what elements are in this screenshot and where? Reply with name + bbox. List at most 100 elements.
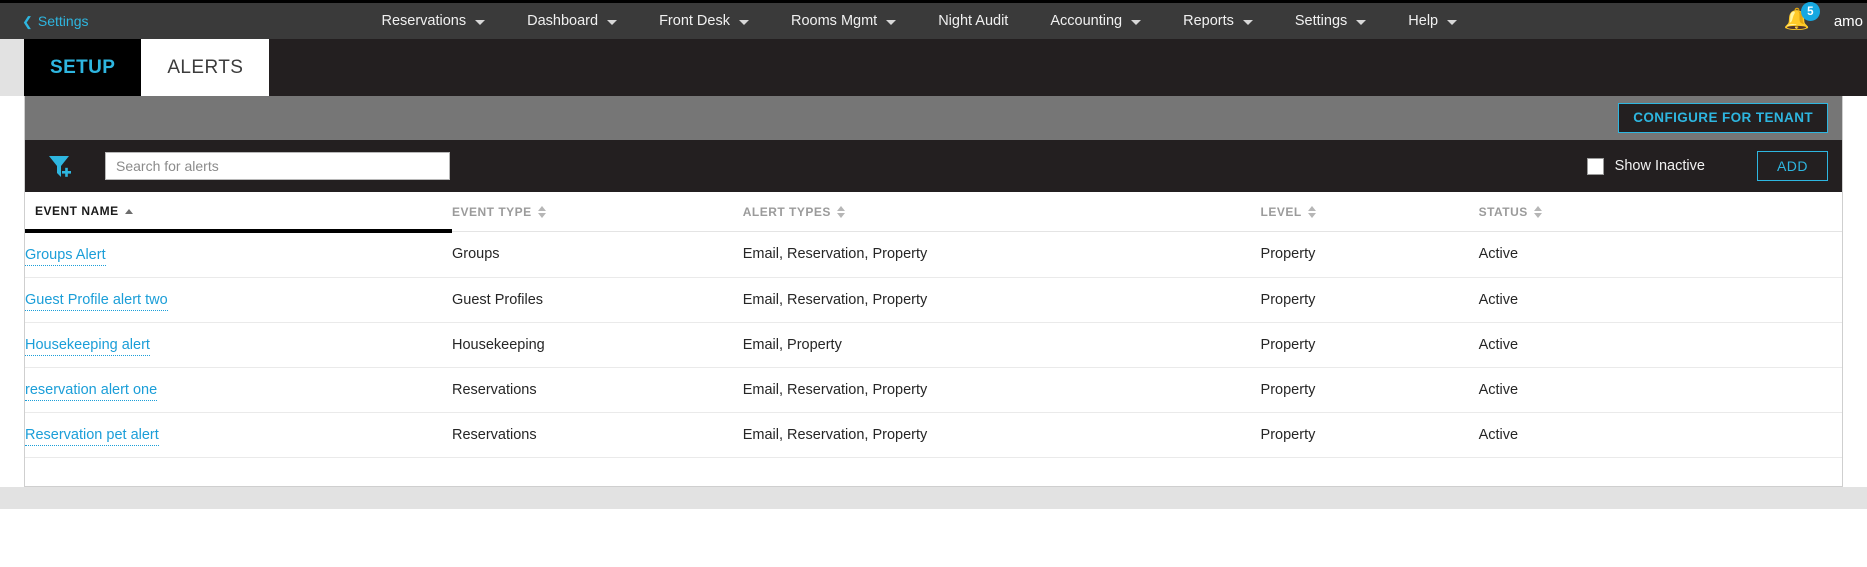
alerts-panel: CONFIGURE FOR TENANT Show Inactive ADD xyxy=(24,96,1843,487)
column-header-label: EVENT TYPE xyxy=(451,204,532,219)
nav-item-accounting[interactable]: Accounting xyxy=(1029,13,1162,29)
column-header-event-type[interactable]: EVENT TYPE xyxy=(451,192,743,232)
table-row: Reservation pet alert Reservations Email, … xyxy=(25,412,1842,458)
chevron-down-icon xyxy=(475,20,486,25)
show-inactive-checkbox[interactable] xyxy=(1586,157,1604,175)
cell-level: Property xyxy=(1260,322,1479,368)
cell-status: Active xyxy=(1478,367,1842,413)
sort-toggle-icon xyxy=(537,205,546,218)
cell-level: Property xyxy=(1260,277,1479,323)
column-header-level[interactable]: LEVEL xyxy=(1260,192,1479,232)
chevron-left-icon: ❮ xyxy=(22,13,33,29)
nav-item-rooms-mgmt[interactable]: Rooms Mgmt xyxy=(770,13,917,29)
cell-alert-types: Email, Reservation, Property xyxy=(742,367,1261,413)
caret-down-icon xyxy=(1307,212,1316,218)
notifications-button[interactable]: 🔔 5 xyxy=(1782,2,1820,36)
cell-event-type: Reservations xyxy=(451,367,743,413)
column-header-label: STATUS xyxy=(1478,204,1528,219)
sort-ascending-icon xyxy=(124,208,133,214)
add-alert-button[interactable]: ADD xyxy=(1756,151,1828,181)
chevron-down-icon xyxy=(1131,20,1142,25)
search-toolbar: Show Inactive ADD xyxy=(25,140,1842,192)
filter-add-icon[interactable] xyxy=(45,151,75,181)
nav-item-label: Reservations xyxy=(381,13,467,29)
chevron-down-icon xyxy=(1242,20,1253,25)
column-header-label: ALERT TYPES xyxy=(742,204,831,219)
back-to-settings-link[interactable]: ❮ Settings xyxy=(0,13,89,29)
cell-alert-types: Email, Reservation, Property xyxy=(742,277,1261,323)
caret-down-icon xyxy=(1533,212,1542,218)
caret-up-icon xyxy=(537,205,546,211)
cell-event-type: Guest Profiles xyxy=(451,277,743,323)
nav-item-reservations[interactable]: Reservations xyxy=(361,13,507,29)
column-header-alert-types[interactable]: ALERT TYPES xyxy=(742,192,1261,232)
caret-up-icon xyxy=(1307,205,1316,211)
tab-strip-container: SETUP ALERTS xyxy=(0,39,1867,96)
search-input[interactable] xyxy=(105,152,450,180)
caret-up-icon xyxy=(1533,205,1542,211)
account-menu[interactable]: amo xyxy=(1834,13,1863,30)
nav-item-front-desk[interactable]: Front Desk xyxy=(638,13,770,29)
alerts-table-body: Groups Alert Groups Email, Reservation, Pr… xyxy=(25,231,1842,458)
page-body: CONFIGURE FOR TENANT Show Inactive ADD xyxy=(0,96,1867,487)
event-name-link[interactable]: reservation alert one xyxy=(25,382,158,401)
nav-item-help[interactable]: Help xyxy=(1387,13,1478,29)
cell-status: Active xyxy=(1478,412,1842,458)
tab-label: SETUP xyxy=(50,56,116,78)
cell-alert-types: Email, Reservation, Property xyxy=(742,412,1261,458)
cell-event-name: Guest Profile alert two xyxy=(25,277,452,323)
cell-event-type: Reservations xyxy=(451,412,743,458)
tab-setup[interactable]: SETUP xyxy=(24,39,142,96)
nav-right-cluster: 🔔 5 amo xyxy=(1782,2,1867,39)
cell-event-type: Housekeeping xyxy=(451,322,743,368)
cell-event-name: reservation alert one xyxy=(25,367,452,413)
alerts-table-header: EVENT NAME EVENT TYPE ALERT TYPES LEVEL STAT… xyxy=(25,192,1842,233)
column-header-event-name[interactable]: EVENT NAME xyxy=(25,192,452,233)
cell-alert-types: Email, Reservation, Property xyxy=(742,231,1261,278)
event-name-link[interactable]: Reservation pet alert xyxy=(25,427,159,446)
event-name-link[interactable]: Guest Profile alert two xyxy=(25,292,168,311)
cell-event-name: Reservation pet alert xyxy=(25,412,452,458)
configure-for-tenant-button[interactable]: CONFIGURE FOR TENANT xyxy=(1618,103,1828,133)
column-header-label: EVENT NAME xyxy=(35,204,119,218)
event-name-link[interactable]: Groups Alert xyxy=(25,247,106,266)
nav-item-label: Front Desk xyxy=(659,13,730,29)
nav-item-label: Settings xyxy=(1294,13,1348,29)
nav-item-night-audit[interactable]: Night Audit xyxy=(917,13,1029,29)
tenant-action-bar: CONFIGURE FOR TENANT xyxy=(25,96,1842,140)
nav-item-dashboard[interactable]: Dashboard xyxy=(506,13,638,29)
tab-alerts[interactable]: ALERTS xyxy=(141,39,270,96)
cell-event-type: Groups xyxy=(451,231,743,278)
caret-down-icon xyxy=(537,212,546,218)
show-inactive-toggle[interactable]: Show Inactive xyxy=(1586,157,1705,175)
column-header-label: LEVEL xyxy=(1260,204,1302,219)
table-row: reservation alert one Reservations Email, … xyxy=(25,367,1842,413)
column-header-status[interactable]: STATUS xyxy=(1478,192,1842,232)
nav-item-label: Help xyxy=(1408,13,1439,29)
top-navigation-bar: ❮ Settings Reservations Dashboard Front De… xyxy=(0,0,1867,39)
cell-status: Active xyxy=(1478,322,1842,368)
cell-status: Active xyxy=(1478,277,1842,323)
chevron-down-icon xyxy=(607,20,618,25)
chevron-down-icon xyxy=(1356,20,1367,25)
tab-label: ALERTS xyxy=(167,56,244,78)
chevron-down-icon xyxy=(1447,20,1458,25)
cell-level: Property xyxy=(1260,367,1479,413)
cell-event-name: Groups Alert xyxy=(25,231,452,278)
caret-up-icon xyxy=(836,205,845,211)
tab-strip: SETUP ALERTS xyxy=(24,39,1867,96)
caret-up-icon xyxy=(124,208,133,214)
back-link-label: Settings xyxy=(37,13,89,29)
cell-level: Property xyxy=(1260,412,1479,458)
show-inactive-label: Show Inactive xyxy=(1614,158,1705,174)
nav-item-settings[interactable]: Settings xyxy=(1274,13,1387,29)
nav-item-reports[interactable]: Reports xyxy=(1162,13,1274,29)
table-row: Housekeeping alert Housekeeping Email, Pro… xyxy=(25,322,1842,368)
nav-item-label: Reports xyxy=(1183,13,1234,29)
nav-item-label: Dashboard xyxy=(527,13,599,29)
sort-toggle-icon xyxy=(836,205,845,218)
cell-event-name: Housekeeping alert xyxy=(25,322,452,368)
table-header-row: EVENT NAME EVENT TYPE ALERT TYPES LEVEL STAT… xyxy=(25,192,1842,233)
event-name-link[interactable]: Housekeeping alert xyxy=(25,337,150,356)
nav-item-label: Night Audit xyxy=(938,13,1009,29)
